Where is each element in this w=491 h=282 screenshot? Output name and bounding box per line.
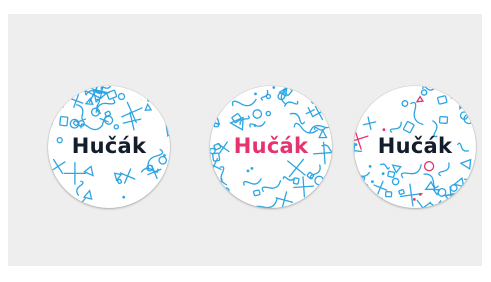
badge-logo: Hučák <box>377 134 453 158</box>
badge-logo: Hučák <box>71 134 147 158</box>
badge-logo: Hučák <box>233 134 309 158</box>
badge-1: Hučák <box>48 86 170 208</box>
badge-2: Hučák <box>210 86 332 208</box>
badge-3: Hučák <box>354 86 476 208</box>
